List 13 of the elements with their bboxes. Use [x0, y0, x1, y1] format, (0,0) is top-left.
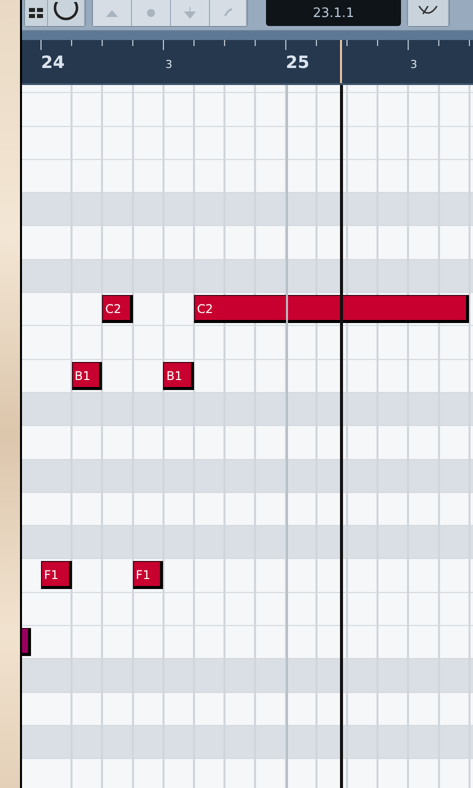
midi-note[interactable]: F1: [132, 561, 164, 590]
midi-note[interactable]: B1: [163, 362, 194, 390]
position-display: 23.1.1: [266, 0, 401, 26]
midi-note[interactable]: C2: [194, 295, 470, 324]
beat-number: 3: [410, 58, 418, 71]
midi-note[interactable]: C2: [102, 295, 133, 324]
beat-number: 3: [165, 58, 172, 71]
bar-number: 24: [41, 53, 65, 73]
midi-note[interactable]: B1: [72, 362, 102, 390]
bar-number: 25: [286, 53, 310, 73]
midi-note[interactable]: F1: [41, 561, 72, 590]
time-ruler[interactable]: 24 3 25 3: [22, 40, 473, 85]
note-grid[interactable]: C2 C2 B1 B1 F1 F1: [22, 85, 473, 788]
